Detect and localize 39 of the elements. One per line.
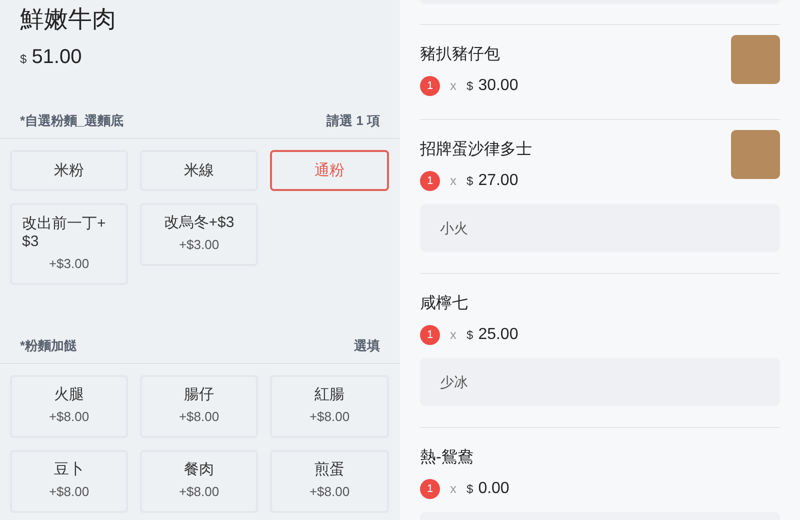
item-price: 0.00 [478, 479, 510, 499]
group-rule: 請選 1 項 [326, 112, 380, 130]
option-button[interactable]: 煎蛋 +$8.00 [270, 450, 389, 513]
item-name: 咸檸七 [420, 294, 469, 314]
item-name: 招牌蛋沙律多士 [420, 140, 532, 160]
option-button[interactable]: 餐肉 +$8.00 [140, 450, 258, 513]
option-button[interactable]: 火腿 +$8.00 [10, 375, 128, 438]
option-button[interactable]: 米線 [140, 150, 258, 191]
quantity-badge: 1 [420, 76, 440, 96]
group-rule: 選填 [354, 337, 380, 356]
option-button[interactable]: 腸仔 +$8.00 [140, 375, 258, 438]
product-name: 鮮嫩牛肉 [20, 5, 117, 35]
item-name: 熱-鴛鴦 [420, 448, 474, 468]
option-button[interactable]: 米粉 [10, 150, 128, 191]
product-price: 51.00 [32, 45, 82, 70]
item-price: 30.00 [478, 76, 518, 96]
option-button[interactable]: 改烏冬+$3 +$3.00 [140, 203, 258, 266]
times-sign: x [450, 77, 456, 96]
currency-symbol: $ [20, 51, 27, 68]
quantity-badge: 1 [420, 171, 440, 191]
note-text: 少冰 [440, 372, 468, 392]
item-price: 27.00 [478, 171, 518, 191]
note-text: 小火 [440, 218, 468, 238]
times-sign: x [450, 480, 456, 498]
quantity-badge: 1 [420, 479, 440, 499]
group-title: *粉麵加餸 [20, 337, 78, 356]
item-name: 豬扒豬仔包 [420, 44, 501, 65]
item-price: 25.00 [478, 325, 518, 345]
currency-symbol: $ [466, 327, 474, 344]
currency-symbol: $ [466, 173, 474, 190]
currency-symbol: $ [466, 78, 474, 95]
currency-symbol: $ [466, 481, 474, 498]
option-button[interactable]: 豆卜 +$8.00 [10, 450, 128, 513]
option-button[interactable]: 改出前一丁+$3 +$3.00 [10, 203, 128, 285]
group-title: *自選粉麵_選麵底 [20, 112, 124, 130]
times-sign: x [450, 172, 456, 190]
option-button[interactable]: 紅腸 +$8.00 [270, 375, 389, 438]
quantity-badge: 1 [420, 325, 440, 345]
times-sign: x [450, 326, 456, 344]
